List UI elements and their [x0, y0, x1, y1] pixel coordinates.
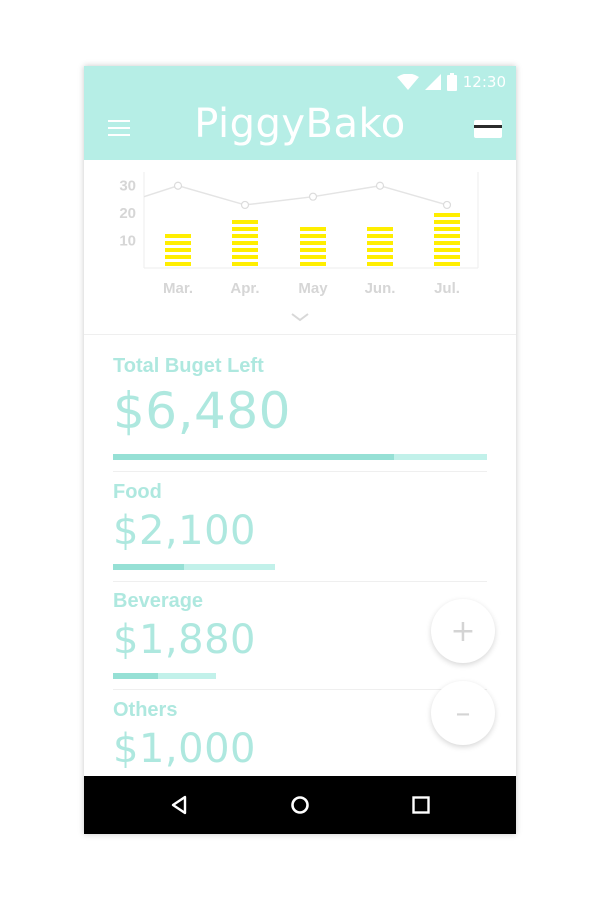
home-icon[interactable]: [289, 794, 311, 816]
back-icon[interactable]: [169, 794, 191, 816]
trend-point: [240, 200, 250, 210]
navigation-bar: [84, 776, 516, 834]
x-tick-label: May: [298, 280, 328, 297]
budget-list: Total Buget Left $6,480 Food $2,100 Beve…: [84, 335, 516, 775]
spending-chart: 10 20 30 Mar. Apr. May Jun. Jul.: [84, 160, 516, 335]
credit-card-icon[interactable]: [474, 120, 502, 138]
y-tick-label: 30: [119, 178, 136, 195]
trend-point: [173, 181, 183, 190]
wifi-icon: [396, 74, 419, 90]
total-budget-bar: [113, 454, 487, 460]
bar-Apr.: [232, 220, 258, 266]
beverage-bar: [113, 673, 216, 679]
food-bar: [113, 564, 275, 570]
status-time: 12:30: [462, 73, 506, 91]
y-tick-label: 20: [119, 205, 136, 222]
beverage-label: Beverage: [113, 590, 204, 612]
chart-svg: 10 20 30 Mar. Apr. May Jun. Jul.: [119, 172, 479, 297]
app-title: PiggyBako: [194, 101, 406, 147]
y-tick-label: 10: [119, 233, 136, 250]
x-tick-label: Jun.: [365, 280, 396, 297]
trend-point: [308, 192, 318, 201]
trend-point: [442, 200, 452, 210]
remove-button[interactable]: –: [431, 681, 495, 745]
divider: [113, 581, 487, 582]
phone-screen: 12:30 PiggyBako 10 20 30 Mar. Apr. May Jun. Jul…: [84, 66, 516, 834]
x-tick-label: Apr.: [230, 280, 259, 297]
battery-icon: [446, 73, 457, 91]
bar-Jun.: [367, 227, 393, 266]
x-tick-label: Jul.: [434, 280, 460, 297]
add-button[interactable]: +: [431, 599, 495, 663]
divider: [113, 471, 487, 472]
beverage-fill: [113, 673, 159, 679]
food-fill: [113, 564, 185, 570]
food-section: Food $2,100: [113, 481, 487, 554]
chevron-down-icon[interactable]: [290, 312, 310, 322]
total-budget-label: Total Buget Left: [113, 355, 264, 377]
recents-icon[interactable]: [410, 794, 432, 816]
others-amount: $1,000: [113, 726, 256, 772]
total-budget-amount: $6,480: [113, 382, 291, 440]
trend-line: [143, 184, 448, 206]
status-bar: 12:30: [396, 71, 506, 93]
signal-icon: [424, 74, 441, 90]
total-budget-fill: [113, 454, 394, 460]
bar-May: [300, 227, 326, 266]
app-bar: 12:30 PiggyBako: [84, 66, 516, 160]
food-label: Food: [113, 481, 162, 503]
total-budget-section: Total Buget Left $6,480: [113, 355, 487, 440]
food-amount: $2,100: [113, 508, 256, 554]
trend-point: [375, 181, 385, 190]
bar-Mar.: [165, 234, 191, 266]
divider: [113, 689, 487, 690]
bar-Jul.: [434, 213, 460, 266]
x-tick-label: Mar.: [163, 280, 193, 297]
